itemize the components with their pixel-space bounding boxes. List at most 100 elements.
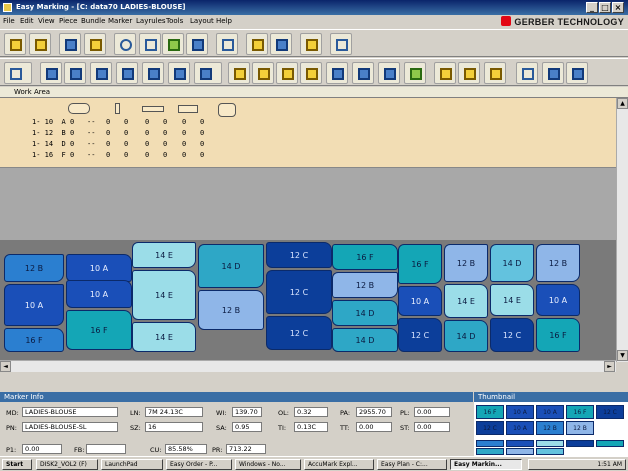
- pl-field[interactable]: 0.00: [414, 407, 450, 417]
- wi-field[interactable]: 139.70: [232, 407, 262, 417]
- marker-piece[interactable]: 10 A: [66, 280, 132, 308]
- piece-shape-1[interactable]: [68, 103, 90, 114]
- buffer-icon[interactable]: [252, 62, 274, 84]
- marker-piece[interactable]: 14 E: [444, 284, 488, 318]
- ti-field[interactable]: 0.13C: [294, 422, 328, 432]
- piece-shape-5[interactable]: [218, 103, 236, 117]
- tack-icon[interactable]: [434, 62, 456, 84]
- sz-field[interactable]: 16: [145, 422, 203, 432]
- piece-shape-4[interactable]: [178, 105, 198, 113]
- slide-icon[interactable]: [116, 62, 138, 84]
- pr-field[interactable]: 713.22: [226, 444, 266, 454]
- work-area-tab[interactable]: Work Area: [0, 87, 628, 98]
- open-folder-icon[interactable]: [29, 33, 51, 55]
- marker-piece[interactable]: 12 B: [332, 272, 398, 298]
- scroll-right-icon[interactable]: ►: [604, 361, 615, 372]
- menu-view[interactable]: View: [38, 17, 55, 25]
- panel-icon[interactable]: [566, 62, 588, 84]
- marker-piece[interactable]: 14 D: [444, 320, 488, 352]
- panel-splitter[interactable]: [0, 372, 628, 392]
- menu-file[interactable]: File: [3, 17, 15, 25]
- marker-piece[interactable]: 14 E: [490, 284, 534, 316]
- overlap-icon[interactable]: [300, 62, 322, 84]
- piece-row-4[interactable]: 1- 16 F: [32, 151, 66, 159]
- marker-piece[interactable]: 12 C: [266, 242, 332, 268]
- horizontal-scrollbar[interactable]: ◄ ►: [0, 360, 616, 372]
- marker-piece[interactable]: 14 D: [490, 244, 534, 282]
- zoom-in-icon[interactable]: [114, 33, 136, 55]
- save-as-icon[interactable]: [84, 33, 106, 55]
- marker-piece[interactable]: 14 D: [198, 244, 264, 288]
- move-horizontal-icon[interactable]: [4, 62, 32, 84]
- notes-icon[interactable]: [300, 33, 322, 55]
- bulb-icon[interactable]: [484, 62, 506, 84]
- marker-piece[interactable]: 12 B: [198, 290, 264, 330]
- task-windows[interactable]: Windows - No...: [235, 459, 301, 470]
- flip-icon[interactable]: [64, 62, 86, 84]
- marquee-select-icon[interactable]: [330, 33, 352, 55]
- md-field[interactable]: LADIES-BLOUSE: [22, 407, 118, 417]
- marker-piece[interactable]: 16 F: [66, 310, 132, 350]
- rotate-icon[interactable]: [142, 62, 164, 84]
- marker-piece[interactable]: 10 A: [66, 254, 132, 282]
- menu-edit[interactable]: Edit: [20, 17, 34, 25]
- scroll-down-icon[interactable]: ▼: [617, 350, 628, 361]
- zoom-box-icon[interactable]: [139, 33, 161, 55]
- align-icon[interactable]: [90, 62, 112, 84]
- grid-icon[interactable]: [404, 62, 426, 84]
- tilt-icon[interactable]: [194, 62, 222, 84]
- task-easy-order[interactable]: Easy Order - P...: [166, 459, 232, 470]
- menu-help[interactable]: Help: [216, 17, 232, 25]
- ln-field[interactable]: 7M 24.13C: [145, 407, 203, 417]
- marker-piece[interactable]: 12 C: [266, 316, 332, 350]
- marker-piece[interactable]: 12 B: [444, 244, 488, 282]
- ol-field[interactable]: 0.32: [294, 407, 328, 417]
- select-area-icon[interactable]: [216, 33, 238, 55]
- marker-piece[interactable]: 14 E: [132, 322, 196, 352]
- menu-marker[interactable]: Marker: [108, 17, 132, 25]
- block-icon[interactable]: [228, 62, 250, 84]
- marker-piece[interactable]: 12 C: [490, 318, 534, 352]
- marker-piece[interactable]: 12 C: [266, 270, 332, 314]
- minimize-button[interactable]: _: [586, 2, 598, 13]
- start-button[interactable]: Start: [2, 459, 32, 470]
- add-piece-icon[interactable]: [270, 33, 292, 55]
- maximize-button[interactable]: □: [599, 2, 611, 13]
- close-button[interactable]: ×: [612, 2, 624, 13]
- piece-frame-icon[interactable]: [276, 62, 298, 84]
- center-icon[interactable]: [352, 62, 374, 84]
- sa-field[interactable]: 0.95: [232, 422, 262, 432]
- open-icon[interactable]: [4, 33, 26, 55]
- new-folder-icon[interactable]: [246, 33, 268, 55]
- marker-piece[interactable]: 14 E: [132, 270, 196, 320]
- marker-piece[interactable]: 10 A: [536, 284, 580, 316]
- task-easy-marking[interactable]: Easy Markin...: [450, 459, 522, 470]
- save-icon[interactable]: [59, 33, 81, 55]
- spread-icon[interactable]: [378, 62, 400, 84]
- piece-row-2[interactable]: 1- 12 B: [32, 129, 66, 137]
- tt-field[interactable]: 0.00: [356, 422, 392, 432]
- cu-field[interactable]: 85.58%: [165, 444, 207, 454]
- bump-icon[interactable]: [40, 62, 62, 84]
- marker-piece[interactable]: 12 B: [536, 244, 580, 282]
- pa-field[interactable]: 2955.70: [356, 407, 392, 417]
- pin-icon[interactable]: [458, 62, 480, 84]
- window-icon[interactable]: [516, 62, 538, 84]
- task-accumark[interactable]: AccuMark Expl...: [304, 459, 374, 470]
- thumbnail-view[interactable]: 16 F 10 A 10 A 16 F 12 C 12 C 10 A 12 B 12 B: [474, 402, 628, 456]
- fb-field[interactable]: [86, 444, 126, 454]
- task-launchpad[interactable]: LaunchPad: [101, 459, 163, 470]
- pn-field[interactable]: LADIES-BLOUSE-SL: [22, 422, 118, 432]
- fit-icon[interactable]: [326, 62, 348, 84]
- marker-piece[interactable]: 16 F: [332, 244, 398, 270]
- task-easy-plan[interactable]: Easy Plan - C:...: [377, 459, 447, 470]
- menu-layrules[interactable]: Layrules: [136, 17, 166, 25]
- menu-tools[interactable]: Tools: [166, 17, 183, 25]
- st-field[interactable]: 0.00: [414, 422, 450, 432]
- task-disk2[interactable]: DISK2_VOL2 (F): [36, 459, 98, 470]
- marker-piece[interactable]: 10 A: [4, 284, 64, 326]
- piece-shape-3[interactable]: [142, 106, 164, 112]
- marker-piece[interactable]: 14 D: [332, 300, 398, 326]
- layers-icon[interactable]: [542, 62, 564, 84]
- fold-icon[interactable]: [168, 62, 190, 84]
